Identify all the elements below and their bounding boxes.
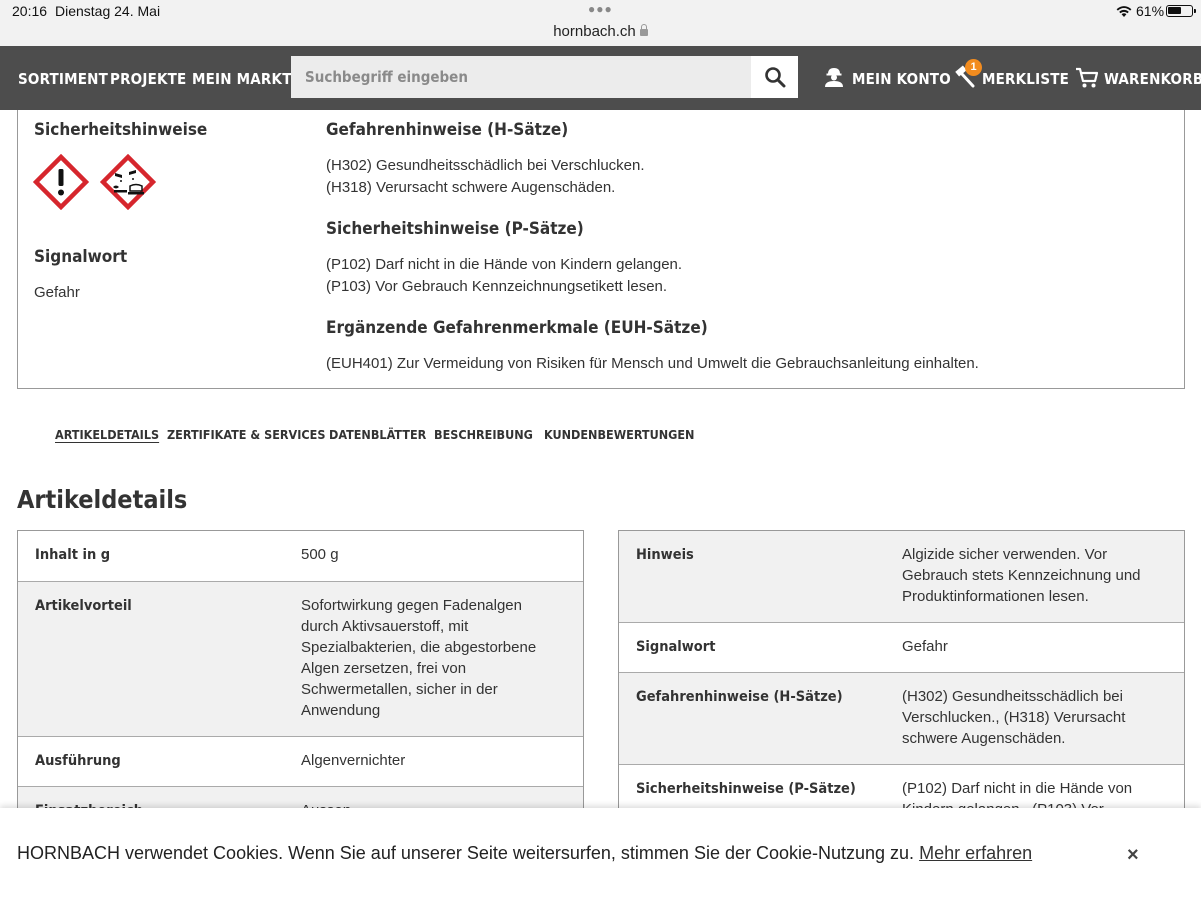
table-row: Inhalt in g 500 g bbox=[18, 531, 583, 582]
close-icon[interactable]: × bbox=[1127, 844, 1139, 867]
row-value: Sofortwirkung gegen Fadenalgen durch Akt… bbox=[301, 597, 537, 719]
table-row: Ausführung Algenvernichter bbox=[18, 737, 583, 787]
battery-nub bbox=[1194, 9, 1196, 13]
p-statements-heading: Sicherheitshinweise (P-Sätze) bbox=[326, 219, 584, 239]
main-navigation: SORTIMENT PROJEKTE MEIN MARKT MEIN KONTO… bbox=[0, 46, 1201, 110]
tab-datenblaetter[interactable]: DATENBLÄTTER bbox=[329, 427, 426, 442]
tab-kundenbewertungen[interactable]: KUNDENBEWERTUNGEN bbox=[544, 427, 694, 442]
safety-info-box bbox=[17, 110, 1185, 389]
tab-beschreibung[interactable]: BESCHREIBUNG bbox=[434, 427, 533, 442]
row-value: 500 g bbox=[301, 546, 339, 563]
details-table-right: Hinweis Algizide sicher verwenden. Vor G… bbox=[618, 530, 1185, 835]
row-value: Algizide sicher verwenden. Vor Gebrauch … bbox=[902, 546, 1141, 605]
h-statement-line: (H318) Verursacht schwere Augenschäden. bbox=[326, 179, 616, 196]
battery-icon bbox=[1166, 5, 1193, 17]
address-bar[interactable]: hornbach.ch bbox=[0, 23, 1201, 40]
tab-artikeldetails[interactable]: ARTIKELDETAILS bbox=[55, 427, 159, 442]
euh-statement-line: (EUH401) Zur Vermeidung von Risiken für … bbox=[326, 355, 979, 372]
status-bar: 20:16 Dienstag 24. Mai ●●● hornbach.ch 6… bbox=[0, 0, 1201, 46]
search-input[interactable] bbox=[291, 56, 751, 98]
corrosion-icon bbox=[100, 154, 156, 210]
wishlist-count-badge: 1 bbox=[965, 59, 982, 76]
cookie-banner: HORNBACH verwendet Cookies. Wenn Sie auf… bbox=[0, 808, 1201, 901]
row-label: Signalwort bbox=[636, 639, 716, 655]
cookie-more-link[interactable]: Mehr erfahren bbox=[919, 843, 1032, 863]
wishlist-label: MERKLISTE bbox=[982, 70, 1070, 88]
table-row: Hinweis Algizide sicher verwenden. Vor G… bbox=[619, 531, 1184, 623]
cart-label: WARENKORB bbox=[1104, 70, 1201, 88]
row-value: (H302) Gesundheitsschädlich bei Verschlu… bbox=[902, 688, 1126, 747]
cookie-message: HORNBACH verwendet Cookies. Wenn Sie auf… bbox=[17, 843, 1032, 864]
row-label: Gefahrenhinweise (H-Sätze) bbox=[636, 689, 843, 705]
exclamation-mark-icon bbox=[33, 154, 89, 210]
signalword-heading: Signalwort bbox=[34, 247, 128, 267]
row-value: Algenvernichter bbox=[301, 752, 406, 769]
account-label: MEIN KONTO bbox=[852, 70, 951, 88]
row-label: Artikelvorteil bbox=[35, 598, 132, 614]
table-row: Artikelvorteil Sofortwirkung gegen Faden… bbox=[18, 582, 583, 737]
row-value: Gefahr bbox=[902, 638, 948, 655]
more-dots-icon[interactable]: ●●● bbox=[588, 2, 613, 16]
battery-percent: 61% bbox=[1136, 3, 1165, 19]
search-bar bbox=[291, 56, 798, 98]
euh-statements-heading: Ergänzende Gefahrenmerkmale (EUH-Sätze) bbox=[326, 318, 708, 338]
signalword-value: Gefahr bbox=[34, 284, 80, 301]
row-label: Ausführung bbox=[35, 753, 121, 769]
p-statement-line: (P102) Darf nicht in die Hände von Kinde… bbox=[326, 256, 683, 273]
table-row: Signalwort Gefahr bbox=[619, 623, 1184, 673]
lock-icon bbox=[639, 24, 648, 36]
tab-zertifikate-services[interactable]: ZERTIFIKATE & SERVICES bbox=[167, 427, 325, 442]
safety-heading: Sicherheitshinweise bbox=[34, 120, 208, 140]
status-time: 20:16 bbox=[12, 3, 48, 19]
row-label: Sicherheitshinweise (P-Sätze) bbox=[636, 781, 856, 797]
search-button[interactable] bbox=[751, 56, 798, 98]
status-date: Dienstag 24. Mai bbox=[55, 3, 161, 19]
nav-mein-markt[interactable]: MEIN MARKT bbox=[192, 70, 292, 88]
url-text: hornbach.ch bbox=[553, 23, 636, 40]
search-icon bbox=[764, 67, 785, 88]
row-label: Inhalt in g bbox=[35, 547, 111, 563]
cart-icon bbox=[1076, 67, 1099, 88]
table-row: Gefahrenhinweise (H-Sätze) (H302) Gesund… bbox=[619, 673, 1184, 765]
h-statement-line: (H302) Gesundheitsschädlich bei Verschlu… bbox=[326, 157, 645, 174]
cookie-text: HORNBACH verwendet Cookies. Wenn Sie auf… bbox=[17, 843, 915, 863]
row-label: Hinweis bbox=[636, 547, 694, 563]
account-icon bbox=[825, 68, 843, 87]
h-statements-heading: Gefahrenhinweise (H-Sätze) bbox=[326, 120, 569, 140]
page-section-title: Artikeldetails bbox=[17, 485, 188, 514]
nav-projekte[interactable]: PROJEKTE bbox=[110, 70, 186, 88]
wifi-icon bbox=[1116, 6, 1132, 17]
details-table-left: Inhalt in g 500 g Artikelvorteil Sofortw… bbox=[17, 530, 584, 847]
p-statement-line: (P103) Vor Gebrauch Kennzeichnungsetiket… bbox=[326, 278, 668, 295]
nav-sortiment[interactable]: SORTIMENT bbox=[18, 70, 108, 88]
